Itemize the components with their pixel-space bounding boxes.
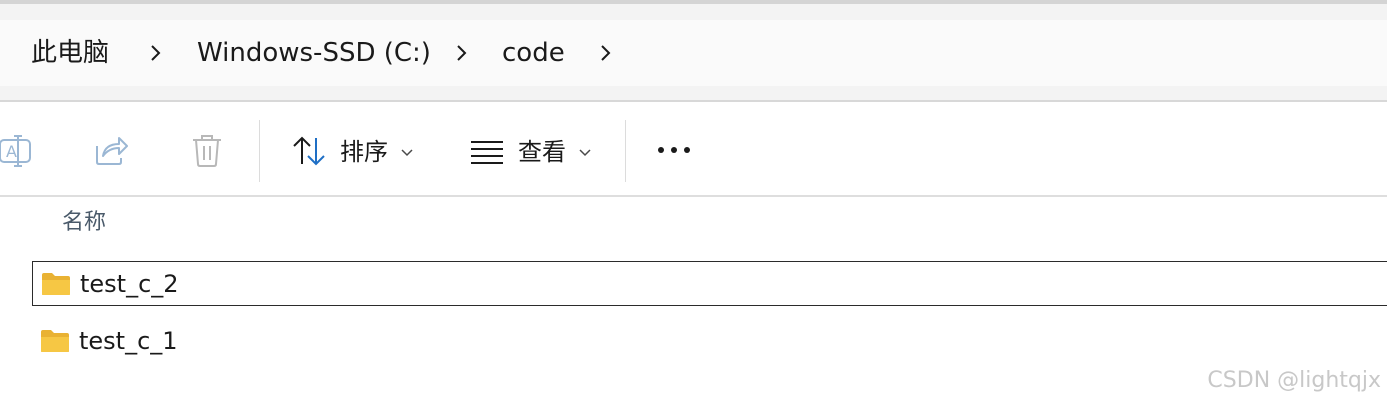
chevron-right-icon[interactable]: [450, 42, 472, 64]
folder-icon: [42, 273, 70, 295]
address-bar-gap: [0, 86, 1387, 100]
share-icon[interactable]: [91, 130, 131, 170]
folder-icon: [41, 330, 69, 352]
column-header-name[interactable]: 名称: [62, 208, 106, 238]
svg-text:A: A: [6, 142, 17, 161]
chevron-right-icon[interactable]: [144, 42, 166, 64]
chevron-right-icon[interactable]: [594, 42, 616, 64]
breadcrumb-item-this-pc[interactable]: 此电脑: [31, 36, 109, 70]
breadcrumb-item-drive[interactable]: Windows-SSD (C:): [197, 36, 431, 70]
file-name[interactable]: test_c_2: [80, 269, 179, 299]
chevron-down-icon[interactable]: [577, 144, 593, 160]
file-row-selected[interactable]: test_c_2: [32, 261, 1387, 306]
view-button-label[interactable]: 查看: [518, 137, 566, 167]
sort-arrows-icon[interactable]: [290, 132, 330, 172]
rename-icon[interactable]: A: [0, 130, 34, 170]
watermark: CSDN @lightqjx: [1207, 368, 1381, 393]
toolbar-separator: [625, 120, 626, 182]
file-name[interactable]: test_c_1: [79, 326, 178, 356]
toolbar-divider: [0, 195, 1387, 197]
command-bar: A 排序 查看: [0, 102, 1387, 195]
trash-icon[interactable]: [187, 130, 227, 170]
more-icon[interactable]: [655, 142, 695, 158]
breadcrumb-item-code[interactable]: code: [502, 36, 565, 70]
toolbar-separator: [259, 120, 260, 182]
sort-button-label[interactable]: 排序: [340, 137, 388, 167]
view-list-icon[interactable]: [468, 132, 508, 172]
chevron-down-icon[interactable]: [399, 144, 415, 160]
file-row[interactable]: test_c_1: [32, 319, 1387, 364]
window-top-area: [0, 4, 1387, 20]
